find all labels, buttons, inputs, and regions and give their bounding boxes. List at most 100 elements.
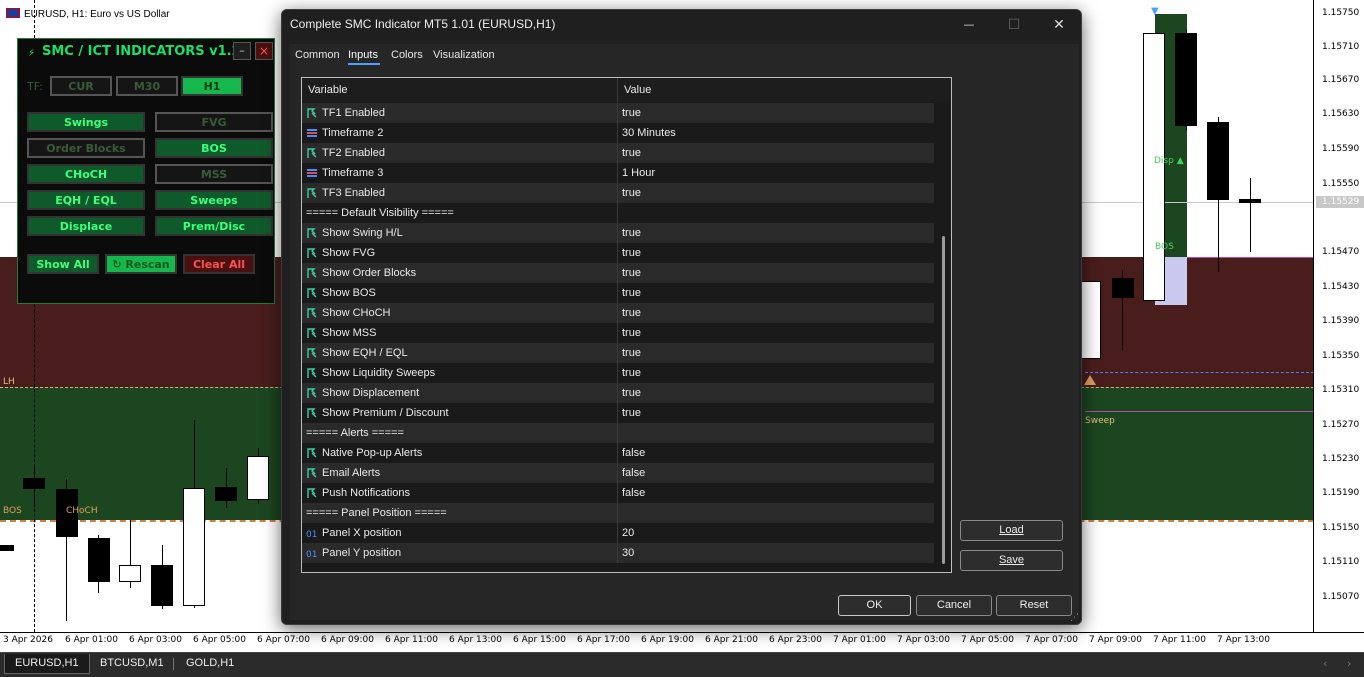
smc-panel-title: SMC / ICT INDICATORS v1.20: [42, 44, 250, 59]
toggle-swings-button[interactable]: Swings: [27, 112, 145, 132]
column-header-value[interactable]: Value: [624, 84, 651, 96]
inputs-table[interactable]: Variable Value TF1 Enabled true Timeframe …: [301, 77, 952, 573]
table-row[interactable]: TF3 Enabled true: [302, 183, 934, 203]
variable-value[interactable]: true: [622, 387, 641, 399]
vertical-scrollbar[interactable]: [935, 102, 950, 572]
variable-value[interactable]: 1 Hour: [622, 167, 655, 179]
resize-grip-icon[interactable]: ⋰: [1070, 613, 1079, 623]
toggle-prem-disc-button[interactable]: Prem/Disc: [155, 216, 273, 236]
table-row[interactable]: Timeframe 3 1 Hour: [302, 163, 934, 183]
table-row[interactable]: Show MSS true: [302, 323, 934, 343]
table-row[interactable]: 01 Panel X position 20: [302, 523, 934, 543]
variable-value[interactable]: true: [622, 307, 641, 319]
clear-all-button[interactable]: Clear All: [183, 254, 255, 274]
toggle-displace-button[interactable]: Displace: [27, 216, 145, 236]
section-row[interactable]: ===== Panel Position =====: [302, 503, 934, 523]
choch-label: CHoCH: [66, 506, 98, 516]
table-row[interactable]: Show Swing H/L true: [302, 223, 934, 243]
cell-divider: [617, 463, 618, 483]
tf-cur-button[interactable]: CUR: [50, 76, 112, 96]
variable-value[interactable]: 20: [622, 527, 634, 539]
table-row[interactable]: Show Order Blocks true: [302, 263, 934, 283]
toggle-mss-button[interactable]: MSS: [155, 164, 273, 184]
table-row[interactable]: Timeframe 2 30 Minutes: [302, 123, 934, 143]
tab-visualization[interactable]: Visualization: [433, 49, 495, 61]
variable-value[interactable]: true: [622, 247, 641, 259]
variable-value[interactable]: true: [622, 147, 641, 159]
toggle-fvg-button[interactable]: FVG: [155, 112, 273, 132]
tf-h1-button[interactable]: H1: [181, 76, 243, 96]
table-row[interactable]: Show CHoCH true: [302, 303, 934, 323]
table-row[interactable]: TF2 Enabled true: [302, 143, 934, 163]
variable-value[interactable]: false: [622, 467, 645, 479]
chart-tab-eurusd[interactable]: EURUSD,H1: [4, 654, 90, 674]
table-row[interactable]: Show Liquidity Sweeps true: [302, 363, 934, 383]
minimize-button[interactable]: —: [954, 14, 984, 36]
variable-value[interactable]: true: [622, 107, 641, 119]
header-divider: [617, 78, 618, 102]
tab-common[interactable]: Common: [295, 49, 340, 61]
bool-param-icon: [306, 487, 318, 499]
candle: [215, 487, 237, 501]
ok-button[interactable]: OK: [838, 595, 911, 616]
close-button[interactable]: ✕: [1044, 14, 1074, 36]
section-row[interactable]: ===== Default Visibility =====: [302, 203, 934, 223]
variable-name: Show Premium / Discount: [322, 407, 449, 419]
table-row[interactable]: Push Notifications false: [302, 483, 934, 503]
variable-value[interactable]: true: [622, 327, 641, 339]
variable-value[interactable]: false: [622, 447, 645, 459]
scrollbar-thumb[interactable]: [942, 236, 945, 564]
chart-tab-btcusd[interactable]: BTCUSD,M1: [90, 654, 174, 674]
candle: [1239, 199, 1261, 203]
toggle-order-blocks-button[interactable]: Order Blocks: [27, 138, 145, 158]
tab-inputs[interactable]: Inputs: [348, 49, 378, 61]
table-row[interactable]: Show BOS true: [302, 283, 934, 303]
chart-tab-gold[interactable]: GOLD,H1: [176, 654, 244, 674]
tab-colors[interactable]: Colors: [391, 49, 423, 61]
time-label: 6 Apr 05:00: [193, 635, 246, 645]
table-row[interactable]: Native Pop-up Alerts false: [302, 443, 934, 463]
toggle-sweeps-button[interactable]: Sweeps: [155, 190, 273, 210]
variable-value[interactable]: 30: [622, 547, 634, 559]
panel-close-button[interactable]: ×: [255, 42, 273, 60]
cancel-button[interactable]: Cancel: [916, 595, 992, 616]
variable-value[interactable]: true: [622, 267, 641, 279]
variable-value[interactable]: true: [622, 187, 641, 199]
variable-name: Show Liquidity Sweeps: [322, 367, 436, 379]
toggle-eqh-eql-button[interactable]: EQH / EQL: [27, 190, 145, 210]
variable-value[interactable]: false: [622, 487, 645, 499]
load-button[interactable]: Load: [960, 520, 1063, 541]
cell-divider: [617, 323, 618, 343]
show-all-button[interactable]: Show All: [27, 254, 99, 274]
toggle-bos-button[interactable]: BOS: [155, 138, 273, 158]
tf-m30-button[interactable]: M30: [116, 76, 178, 96]
table-row[interactable]: Email Alerts false: [302, 463, 934, 483]
candle: [1143, 33, 1165, 301]
reset-button[interactable]: Reset: [996, 595, 1072, 616]
rescan-button[interactable]: ↻ Rescan: [105, 254, 177, 274]
table-row[interactable]: Show FVG true: [302, 243, 934, 263]
price-label: 1.15710: [1322, 42, 1360, 52]
variable-value[interactable]: 30 Minutes: [622, 127, 676, 139]
variable-value[interactable]: true: [622, 347, 641, 359]
price-label: 1.15310: [1322, 385, 1360, 395]
panel-minimize-button[interactable]: –: [233, 42, 251, 60]
maximize-button[interactable]: ☐: [999, 14, 1029, 36]
scroll-right-icon[interactable]: ›: [1347, 657, 1351, 670]
toggle-choch-button[interactable]: CHoCH: [27, 164, 145, 184]
variable-value[interactable]: true: [622, 367, 641, 379]
variable-name: ===== Alerts =====: [306, 427, 404, 439]
column-header-variable[interactable]: Variable: [308, 84, 348, 96]
section-row[interactable]: ===== Alerts =====: [302, 423, 934, 443]
variable-value[interactable]: true: [622, 407, 641, 419]
variable-name: ===== Panel Position =====: [306, 507, 447, 519]
table-row[interactable]: TF1 Enabled true: [302, 103, 934, 123]
table-row[interactable]: Show Premium / Discount true: [302, 403, 934, 423]
variable-value[interactable]: true: [622, 227, 641, 239]
scroll-left-icon[interactable]: ‹: [1323, 657, 1327, 670]
table-row[interactable]: 01 Panel Y position 30: [302, 543, 934, 563]
table-row[interactable]: Show Displacement true: [302, 383, 934, 403]
variable-value[interactable]: true: [622, 287, 641, 299]
save-button[interactable]: Save: [960, 550, 1063, 571]
table-row[interactable]: Show EQH / EQL true: [302, 343, 934, 363]
